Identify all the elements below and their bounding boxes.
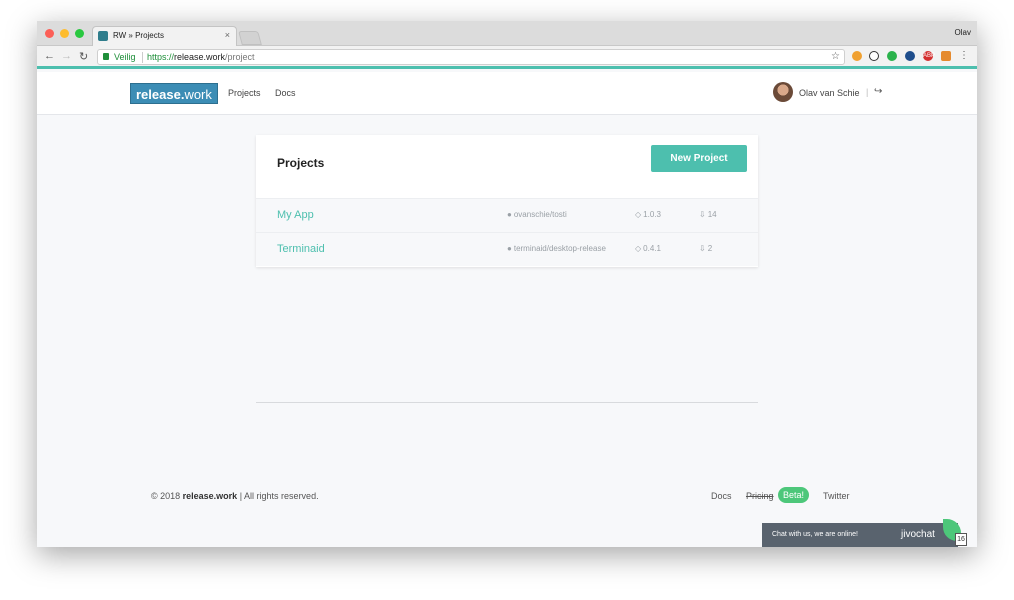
bookmark-star-icon[interactable]: ☆ bbox=[831, 51, 840, 62]
content-divider bbox=[256, 402, 758, 403]
project-downloads: ⇩ 14 bbox=[699, 210, 717, 219]
count-text: 14 bbox=[707, 210, 717, 219]
chat-widget[interactable]: Chat with us, we are online! jivochat bbox=[762, 519, 961, 547]
logout-icon[interactable]: ↪ bbox=[874, 86, 882, 97]
version-text: 1.0.3 bbox=[643, 210, 661, 219]
tag-icon: ◇ bbox=[635, 210, 642, 219]
footer-twitter-link[interactable]: Twitter bbox=[823, 491, 850, 501]
chat-brand: jivochat bbox=[901, 529, 935, 540]
project-version: ◇ 1.0.3 bbox=[635, 210, 661, 219]
nav-docs[interactable]: Docs bbox=[275, 88, 296, 98]
beta-badge: Beta! bbox=[778, 487, 810, 503]
tag-icon: ◇ bbox=[635, 244, 642, 253]
table-row[interactable]: My App ● ovanschie/tosti ◇ 1.0.3 ⇩ 14 bbox=[256, 198, 758, 232]
url-host: release.work bbox=[174, 52, 226, 62]
table-row[interactable]: Terminaid ● terminaid/desktop-release ◇ 0.… bbox=[256, 232, 758, 266]
browser-menu-icon[interactable]: ⋮ bbox=[959, 50, 969, 61]
copyright: © 2018 release.work | All rights reserve… bbox=[151, 491, 319, 501]
extension-green-icon[interactable] bbox=[887, 51, 897, 61]
secure-label: Veilig bbox=[114, 52, 136, 62]
copy-brand: release.work bbox=[182, 491, 238, 501]
copy-prefix: © 2018 bbox=[151, 491, 183, 501]
browser-window: RW » Projects × Olav ← → ↻ Veilig https:… bbox=[37, 21, 977, 547]
project-version: ◇ 0.4.1 bbox=[635, 244, 661, 253]
site-logo[interactable]: release.work bbox=[130, 83, 218, 104]
avatar[interactable] bbox=[773, 82, 793, 102]
repo-text: ovanschie/tosti bbox=[513, 210, 567, 219]
extension-info-icon[interactable] bbox=[869, 51, 879, 61]
extension-cookie-icon[interactable] bbox=[852, 51, 862, 61]
project-name[interactable]: My App bbox=[277, 209, 314, 221]
maximize-window-button[interactable] bbox=[75, 29, 84, 38]
close-window-button[interactable] bbox=[45, 29, 54, 38]
address-bar[interactable]: Veilig https://release.work/project ☆ bbox=[97, 49, 845, 65]
chat-message: Chat with us, we are online! bbox=[772, 531, 858, 538]
project-repo: ● terminaid/desktop-release bbox=[507, 244, 606, 253]
tab-close-icon[interactable]: × bbox=[225, 30, 230, 40]
footer-pricing-link[interactable]: Pricing bbox=[746, 491, 774, 501]
download-icon: ⇩ bbox=[699, 244, 706, 253]
header-pipe: | bbox=[866, 87, 869, 97]
new-tab-button[interactable] bbox=[238, 31, 262, 45]
profile-name[interactable]: Olav bbox=[955, 28, 971, 37]
window-controls bbox=[45, 29, 84, 38]
projects-card: Projects New Project My App ● ovanschie/t… bbox=[256, 135, 758, 267]
forward-arrow-icon[interactable]: → bbox=[61, 50, 72, 62]
page-title: Projects bbox=[277, 156, 325, 170]
tab-title: RW » Projects bbox=[113, 31, 164, 40]
back-arrow-icon[interactable]: ← bbox=[44, 50, 55, 62]
tab-projects[interactable]: RW » Projects × bbox=[92, 26, 237, 46]
url-text[interactable]: https://release.work/project bbox=[147, 52, 255, 62]
github-icon: ● bbox=[507, 244, 512, 253]
footer-docs-link[interactable]: Docs bbox=[711, 491, 732, 501]
github-icon: ● bbox=[507, 210, 512, 219]
url-path: /project bbox=[225, 52, 255, 62]
logo-rest: work bbox=[184, 87, 212, 102]
url-scheme: https:// bbox=[147, 52, 175, 62]
lock-icon bbox=[103, 53, 109, 60]
address-divider bbox=[142, 52, 143, 63]
user-name[interactable]: Olav van Schie bbox=[799, 88, 860, 98]
version-text: 0.4.1 bbox=[643, 244, 661, 253]
reload-icon[interactable]: ↻ bbox=[79, 50, 88, 63]
chat-badge: 16 bbox=[955, 533, 967, 546]
favicon-icon bbox=[98, 31, 108, 41]
new-project-button[interactable]: New Project bbox=[651, 145, 747, 172]
project-repo: ● ovanschie/tosti bbox=[507, 210, 567, 219]
minimize-window-button[interactable] bbox=[60, 29, 69, 38]
extension-fox-icon[interactable] bbox=[941, 51, 951, 61]
download-icon: ⇩ bbox=[699, 210, 706, 219]
adblock-icon[interactable]: ABP bbox=[923, 51, 935, 61]
nav-projects[interactable]: Projects bbox=[228, 88, 261, 98]
repo-text: terminaid/desktop-release bbox=[513, 244, 606, 253]
site-header: release.work Projects Docs Olav van Schi… bbox=[37, 72, 977, 115]
extension-blue-icon[interactable] bbox=[905, 51, 915, 61]
address-toolbar: ← → ↻ Veilig https://release.work/projec… bbox=[37, 46, 977, 69]
logo-bold: release. bbox=[136, 87, 185, 102]
project-name[interactable]: Terminaid bbox=[277, 243, 325, 255]
project-downloads: ⇩ 2 bbox=[699, 244, 712, 253]
tab-bar: RW » Projects × Olav bbox=[37, 21, 977, 46]
count-text: 2 bbox=[707, 244, 713, 253]
copy-suffix: | All rights reserved. bbox=[237, 491, 319, 501]
